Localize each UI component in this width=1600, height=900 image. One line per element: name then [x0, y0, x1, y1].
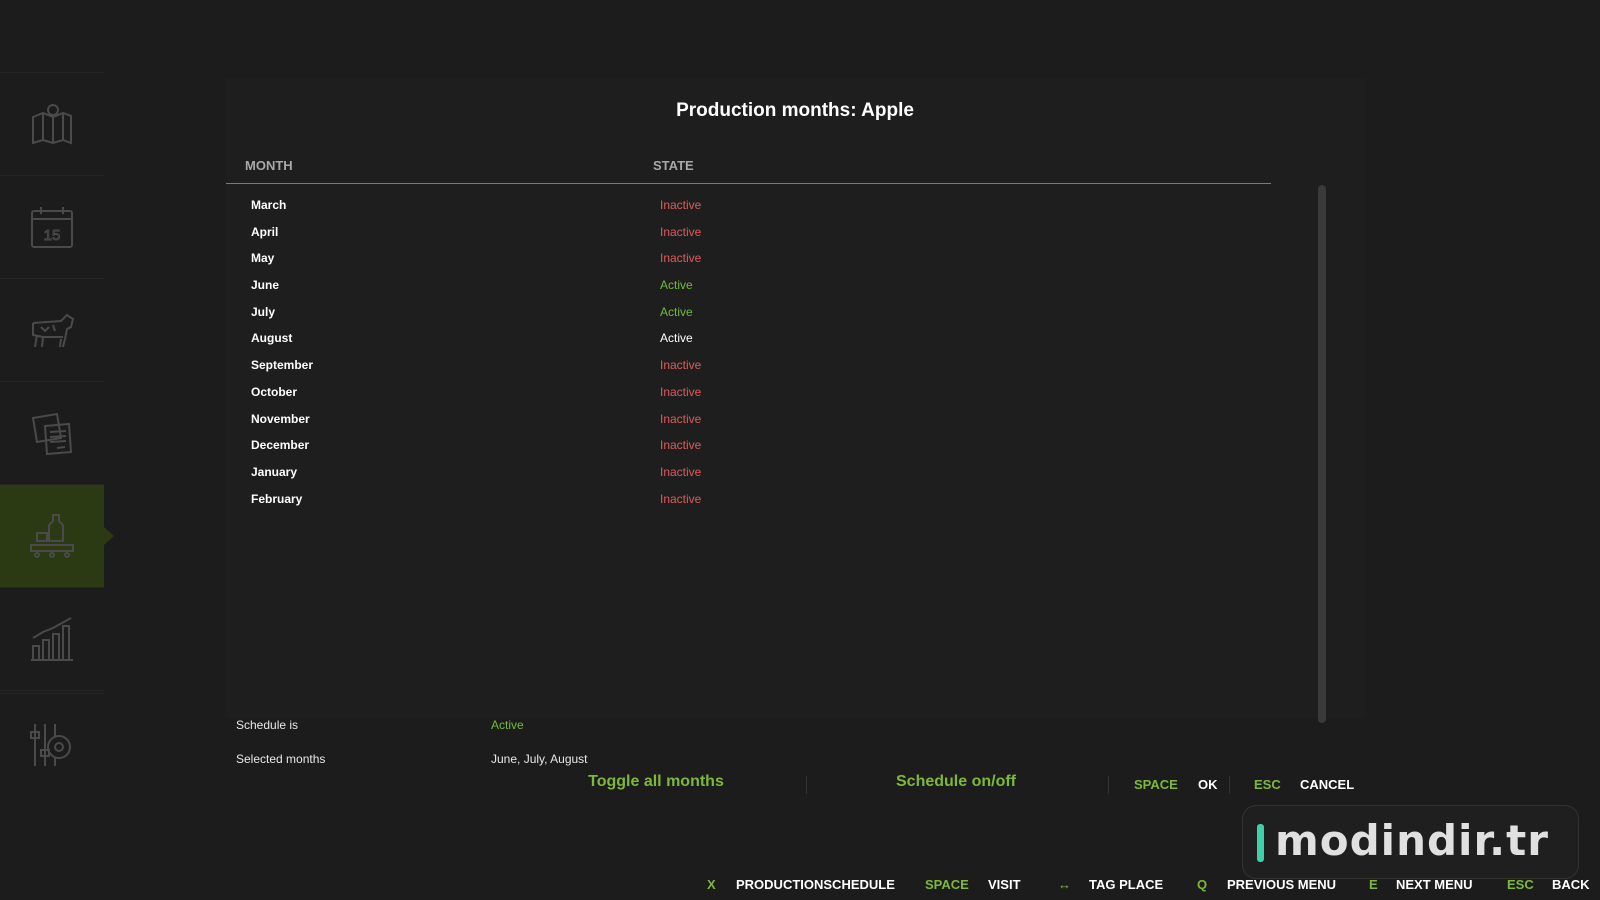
month-name: September [251, 358, 314, 373]
map-icon [32, 104, 72, 145]
month-row[interactable]: November Inactive [226, 406, 1271, 433]
header-divider [226, 183, 1271, 184]
sidebar-item-animals[interactable] [0, 278, 104, 381]
month-state: Active [660, 304, 693, 319]
sidebar-item-production[interactable] [0, 484, 114, 587]
cancel-button[interactable]: CANCEL [1300, 777, 1354, 792]
month-row[interactable]: March Inactive [226, 192, 1271, 219]
month-state: Inactive [660, 198, 702, 212]
button-separator [1108, 776, 1109, 794]
month-row[interactable]: August Active [226, 325, 1271, 352]
sidebar: 15 [0, 72, 114, 693]
footer-tag-place-button[interactable]: TAG PLACE [1089, 877, 1163, 892]
footer-key-space: SPACE [925, 877, 969, 892]
footer-key-arrows: ↔ [1058, 877, 1071, 892]
watermark-badge: modindir.tr [1242, 805, 1579, 879]
month-state: Inactive [660, 384, 702, 399]
month-name: January [251, 464, 298, 479]
month-name: October [251, 384, 298, 399]
month-row[interactable]: April Inactive [226, 219, 1271, 246]
cow-icon [32, 313, 75, 348]
dialog-title: Production months: Apple [676, 100, 914, 121]
month-row[interactable]: February Inactive [226, 486, 1271, 513]
list-scrollbar[interactable] [1318, 185, 1326, 723]
month-row[interactable]: January Inactive [226, 459, 1271, 486]
sidebar-item-calendar[interactable]: 15 [0, 175, 104, 278]
month-state: Inactive [660, 224, 702, 239]
month-state: Inactive [660, 411, 702, 426]
footer-key-e: E [1369, 877, 1378, 892]
contracts-icon [31, 412, 73, 456]
month-name: December [251, 438, 310, 453]
ok-button[interactable]: OK [1198, 777, 1218, 792]
month-state: Active [660, 331, 693, 346]
button-separator [1229, 776, 1230, 794]
month-state: Inactive [660, 464, 702, 479]
sidebar-item-settings[interactable] [0, 693, 104, 796]
footer-next-menu-button[interactable]: NEXT MENU [1396, 877, 1473, 892]
button-separator [806, 776, 807, 794]
month-row[interactable]: June Active [226, 272, 1271, 299]
month-row[interactable]: October Inactive [226, 379, 1271, 406]
statistics-icon [31, 617, 73, 661]
calendar-icon: 15 [31, 207, 73, 248]
selected-months-value: June, July, August [491, 752, 588, 766]
month-name: April [251, 224, 279, 239]
month-state: Inactive [660, 251, 702, 266]
footer-visit-button[interactable]: VISIT [988, 877, 1021, 892]
month-name: July [251, 304, 276, 319]
month-state: Inactive [660, 491, 702, 506]
footer-key-x: X [707, 877, 716, 892]
month-name: March [251, 198, 287, 212]
production-icon [30, 514, 74, 558]
month-row[interactable]: December Inactive [226, 432, 1271, 459]
sidebar-item-map[interactable] [0, 72, 104, 175]
ok-key-hint: SPACE [1134, 777, 1178, 792]
column-header-state: STATE [653, 158, 694, 173]
cancel-key-hint: ESC [1254, 777, 1281, 792]
watermark-text: modindir.tr [1275, 816, 1549, 865]
schedule-toggle-button[interactable]: Schedule on/off [856, 773, 1056, 791]
month-name: February [251, 491, 303, 506]
month-row[interactable]: May Inactive [226, 245, 1271, 272]
footer-previous-menu-button[interactable]: PREVIOUS MENU [1227, 877, 1336, 892]
month-row[interactable]: September Inactive [226, 352, 1271, 379]
footer-key-esc: ESC [1507, 877, 1534, 892]
column-header-month: MONTH [245, 158, 293, 173]
footer-key-q: Q [1197, 877, 1208, 892]
month-name: November [251, 411, 310, 426]
sidebar-item-statistics[interactable] [0, 587, 104, 690]
calendar-day-text: 15 [44, 227, 61, 244]
month-state: Inactive [660, 358, 702, 373]
footer-productionschedule-button[interactable]: PRODUCTIONSCHEDULE [736, 877, 895, 892]
month-row[interactable]: July Active [226, 299, 1271, 326]
month-state: Active [660, 278, 693, 293]
months-list: March Inactive April Inactive May Inactive Jun… [226, 192, 1271, 512]
settings-icon [30, 724, 71, 766]
schedule-label: Schedule is [236, 718, 299, 732]
month-state: Inactive [660, 438, 702, 453]
selected-months-label: Selected months [236, 752, 326, 766]
month-name: June [251, 278, 280, 293]
schedule-value: Active [491, 718, 524, 732]
footer-back-button[interactable]: BACK [1552, 877, 1590, 892]
watermark-accent-bar [1257, 824, 1264, 862]
month-name: May [251, 251, 275, 266]
sidebar-item-contracts[interactable] [0, 381, 104, 484]
month-name: August [251, 331, 293, 346]
toggle-all-months-button[interactable]: Toggle all months [556, 773, 756, 791]
